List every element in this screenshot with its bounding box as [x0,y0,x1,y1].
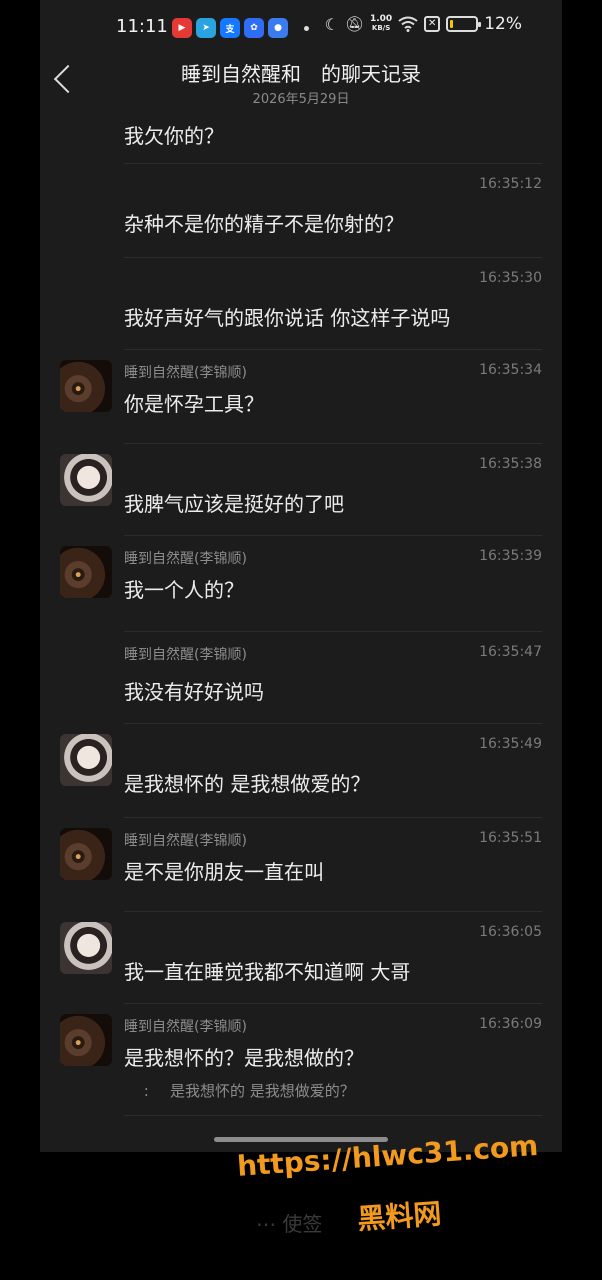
message-time: 16:35:51 [479,830,542,846]
app-notification-icon: ▶ [172,18,192,38]
message-text: 是不是你朋友一直在叫 [124,860,324,884]
message-time: 16:35:38 [479,456,542,472]
message-time: 16:36:05 [479,924,542,940]
close-box-icon: ✕ [424,16,441,32]
avatar[interactable] [60,360,112,412]
notification-icons: ▶ ➤ 支 ✿ ● [172,18,288,38]
message-item[interactable]: 睡到自然醒(李锦顺) 16:35:51 是不是你朋友一直在叫 [60,818,542,912]
message-list[interactable]: 我欠你的？ 16:35:12 杂种不是你的精子不是你射的？ 16:35:30 我好声好气… [40,112,562,1116]
telegram-icon: ➤ [196,18,216,38]
avatar[interactable] [60,454,112,506]
avatar[interactable] [60,1014,112,1066]
chat-header: 睡到自然醒和 的聊天记录 2026年5月29日 [40,56,562,112]
watermark-name: 黑料网 [356,1197,443,1236]
message-time: 16:35:49 [479,736,542,752]
faint-footer-text: ⋯ 使签 [256,1212,323,1236]
message-text: 你是怀孕工具？ [124,392,264,416]
message-text: 杂种不是你的精子不是你射的？ [124,212,404,236]
message-sender: 睡到自然醒(李锦顺) [124,551,247,567]
mute-bell-icon: 🔕︎ [344,15,364,33]
moon-icon: ☾ [324,14,339,34]
browser-icon: ● [268,18,288,38]
message-time: 16:35:12 [479,176,542,192]
message-item[interactable]: 睡到自然醒(李锦顺) 16:35:47 我没有好好说吗 [124,632,542,724]
message-text: 我没有好好说吗 [124,680,264,704]
battery-level [450,20,454,28]
page-title: 睡到自然醒和 的聊天记录 [181,62,421,86]
message-sender: 睡到自然醒(李锦顺) [124,647,247,663]
message-time: 16:35:47 [479,644,542,660]
message-item[interactable]: 16:35:30 我好声好气的跟你说话 你这样子说吗 [124,258,542,350]
wifi-icon [398,16,418,32]
message-text: 我一个人的？ [124,578,244,602]
quoted-text: 是我想怀的 是我想做爱的？ [170,1082,355,1100]
avatar[interactable] [60,922,112,974]
message-item[interactable]: 睡到自然醒(李锦顺) 16:36:09 是我想怀的？是我想做的？ : 是我想怀的 是我… [60,1004,542,1116]
message-item[interactable]: 16:35:38 我脾气应该是挺好的了吧 [60,444,542,536]
message-item[interactable]: 16:36:05 我一直在睡觉我都不知道啊 大哥 [60,912,542,1004]
alipay-icon: 支 [220,18,240,38]
quoted-reply: : 是我想怀的 是我想做爱的？ [124,1082,355,1100]
message-time: 16:35:30 [479,270,542,286]
message-time: 16:35:34 [479,362,542,378]
message-item[interactable]: 16:35:12 杂种不是你的精子不是你射的？ [124,164,542,258]
message-sender: 睡到自然醒(李锦顺) [124,1019,247,1035]
battery-percent: 12% [484,14,522,34]
chat-date: 2026年5月29日 [252,92,350,107]
message-text: 我脾气应该是挺好的了吧 [124,492,344,516]
avatar[interactable] [60,734,112,786]
avatar[interactable] [60,546,112,598]
avatar[interactable] [60,828,112,880]
message-item[interactable]: 我欠你的？ [124,112,542,164]
message-sender: 睡到自然醒(李锦顺) [124,365,247,381]
message-item[interactable]: 睡到自然醒(李锦顺) 16:35:34 你是怀孕工具？ [60,350,542,444]
message-item[interactable]: 睡到自然醒(李锦顺) 16:35:39 我一个人的？ [60,536,542,632]
phone-screen: 11:11 ▶ ➤ 支 ✿ ● ☾ 🔕︎ 1.00 KB/S ✕ 12% 睡到自… [40,0,562,1152]
status-bar: 11:11 ▶ ➤ 支 ✿ ● ☾ 🔕︎ 1.00 KB/S ✕ 12% [40,0,562,56]
message-item[interactable]: 16:35:49 是我想怀的 是我想做爱的？ [60,724,542,818]
status-right: ☾ 🔕︎ 1.00 KB/S ✕ 12% [325,14,522,34]
more-notifications-dot [304,26,309,31]
message-time: 16:35:39 [479,548,542,564]
battery-icon [446,16,482,32]
status-time: 11:11 [116,16,168,37]
message-text: 我好声好气的跟你说话 你这样子说吗 [124,306,451,330]
message-time: 16:36:09 [479,1016,542,1032]
network-speed: 1.00 KB/S [369,14,393,33]
message-text: 是我想怀的？是我想做的？ [124,1046,364,1070]
message-text: 我一直在睡觉我都不知道啊 大哥 [124,960,411,984]
message-sender: 睡到自然醒(李锦顺) [124,833,247,849]
message-text: 我欠你的？ [124,124,224,148]
baidu-icon: ✿ [244,18,264,38]
message-text: 是我想怀的 是我想做爱的？ [124,772,371,796]
